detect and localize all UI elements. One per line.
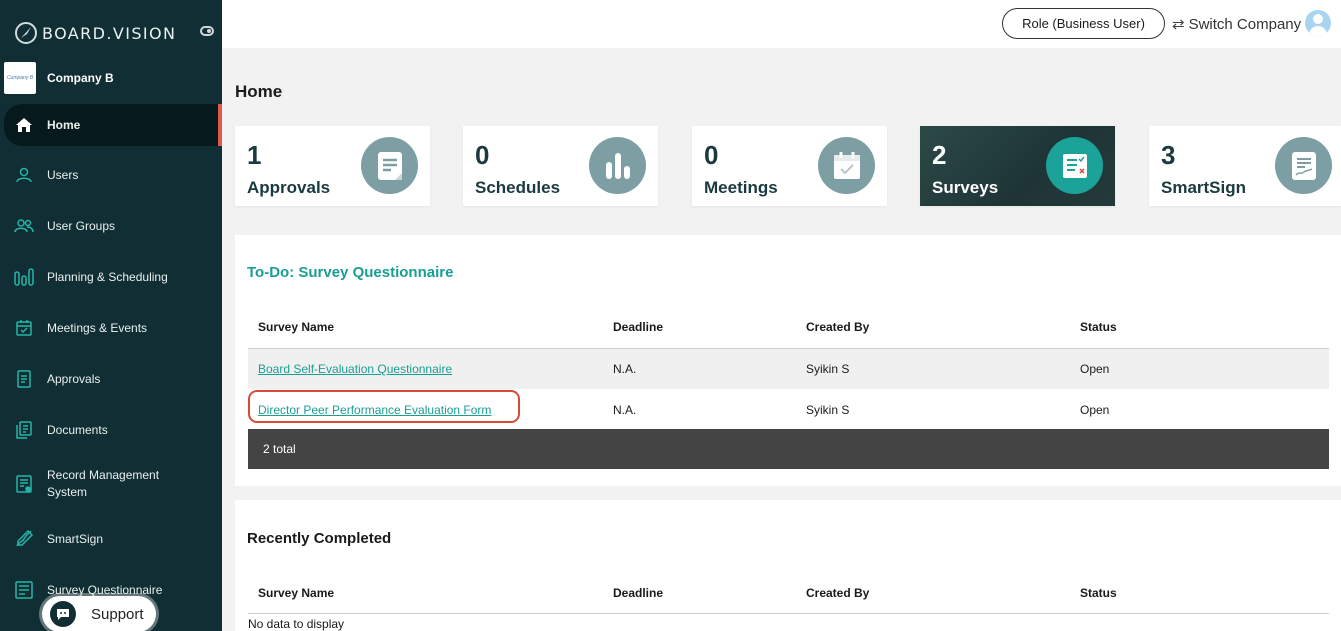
sidebar-item-planning-scheduling[interactable]: Planning & Scheduling — [4, 267, 218, 287]
document-icon — [361, 137, 418, 194]
column-header-status[interactable]: Status — [1080, 320, 1117, 334]
completed-title: Recently Completed — [247, 530, 392, 547]
sidebar-item-user-groups[interactable]: User Groups — [4, 216, 218, 236]
sidebar: BOARD.VISION Company B Company B Home Us… — [0, 0, 222, 631]
sidebar-item-home[interactable]: Home — [4, 104, 218, 146]
status-cell: Open — [1080, 362, 1110, 376]
sidebar-toggle-icon[interactable] — [200, 26, 214, 36]
active-indicator — [218, 104, 222, 146]
sign-document-icon — [1275, 137, 1332, 194]
survey-link[interactable]: Board Self-Evaluation Questionnaire — [258, 362, 452, 376]
top-bar: Role (Business User) ⇄ Switch Company — [222, 0, 1341, 48]
column-header-survey-name[interactable]: Survey Name — [258, 586, 334, 600]
todo-panel: To-Do: Survey Questionnaire Survey Name … — [235, 235, 1341, 486]
support-label: Support — [91, 605, 144, 623]
sidebar-item-label: Documents — [47, 423, 108, 437]
brand[interactable]: BOARD.VISION — [14, 20, 214, 46]
survey-list-icon — [1046, 137, 1103, 194]
sidebar-item-smartsign[interactable]: SmartSign — [4, 529, 218, 549]
card-meetings[interactable]: 0 Meetings — [692, 126, 887, 206]
column-header-survey-name[interactable]: Survey Name — [258, 320, 334, 334]
card-schedules[interactable]: 0 Schedules — [463, 126, 658, 206]
approvals-icon — [14, 369, 34, 389]
sidebar-item-record-management[interactable]: Record Management System — [4, 467, 218, 501]
calendar-check-icon — [818, 137, 875, 194]
card-count: 0 — [475, 140, 490, 170]
sidebar-item-meetings-events[interactable]: Meetings & Events — [4, 318, 218, 338]
card-count: 0 — [704, 140, 719, 170]
created-by-cell: Syikin S — [806, 362, 850, 376]
sidebar-item-label-line2: System — [47, 485, 88, 499]
column-header-deadline[interactable]: Deadline — [613, 586, 663, 600]
page-title: Home — [235, 82, 283, 101]
card-count: 2 — [932, 140, 947, 170]
sidebar-item-label: Planning & Scheduling — [47, 270, 168, 284]
switch-arrows-icon: ⇄ — [1172, 16, 1185, 33]
company-selector[interactable]: Company B Company B — [4, 62, 218, 94]
card-count: 1 — [247, 140, 262, 170]
card-label: SmartSign — [1161, 178, 1247, 197]
planning-icon — [14, 267, 34, 287]
column-header-created-by[interactable]: Created By — [806, 586, 869, 600]
home-icon — [14, 115, 34, 135]
survey-icon — [14, 580, 34, 600]
brand-name: BOARD.VISION — [42, 23, 177, 43]
support-button[interactable]: Support — [42, 596, 156, 631]
card-count: 3 — [1161, 140, 1176, 170]
documents-icon — [14, 420, 34, 440]
sidebar-item-users[interactable]: Users — [4, 165, 218, 185]
sidebar-item-documents[interactable]: Documents — [4, 420, 218, 440]
sidebar-item-label: Record Management — [47, 468, 160, 482]
user-groups-icon — [14, 216, 34, 236]
completed-panel: Recently Completed Survey Name Deadline … — [235, 500, 1341, 631]
card-label: Approvals — [247, 178, 331, 197]
column-header-deadline[interactable]: Deadline — [613, 320, 663, 334]
status-cell: Open — [1080, 403, 1110, 417]
card-approvals[interactable]: 1 Approvals — [235, 126, 430, 206]
role-button[interactable]: Role (Business User) — [1002, 8, 1165, 39]
user-icon — [14, 165, 34, 185]
sidebar-item-label-group: Record Management System — [47, 467, 159, 501]
card-smartsign[interactable]: 3 SmartSign — [1149, 126, 1341, 206]
sidebar-item-label: Meetings & Events — [47, 321, 148, 335]
empty-state-text: No data to display — [248, 617, 345, 631]
sidebar-item-label: SmartSign — [47, 532, 104, 546]
deadline-cell: N.A. — [613, 362, 637, 376]
column-header-status[interactable]: Status — [1080, 586, 1117, 600]
todo-title: To-Do: Survey Questionnaire — [247, 264, 454, 281]
card-label: Meetings — [704, 178, 778, 197]
highlight-outline — [248, 390, 520, 423]
sidebar-item-label: Approvals — [47, 372, 101, 386]
sidebar-item-label: Users — [47, 168, 79, 182]
card-label: Surveys — [932, 178, 999, 197]
switch-company-button[interactable]: ⇄ Switch Company — [1172, 12, 1301, 36]
card-label: Schedules — [475, 178, 561, 197]
company-logo-text: Company B — [6, 75, 34, 81]
record-icon — [14, 474, 34, 494]
card-surveys[interactable]: 2 Surveys — [920, 126, 1115, 206]
board-vision-logo-icon — [15, 22, 37, 44]
sidebar-item-label: Survey Questionnaire — [47, 583, 163, 597]
deadline-cell: N.A. — [613, 403, 637, 417]
chat-icon — [50, 601, 76, 627]
sidebar-item-label: User Groups — [47, 219, 116, 233]
created-by-cell: Syikin S — [806, 403, 850, 417]
company-logo: Company B — [4, 62, 36, 94]
header-divider — [248, 613, 1329, 614]
smartsign-icon — [14, 529, 34, 549]
total-count: 2 total — [263, 442, 296, 456]
sidebar-item-label: Home — [47, 118, 81, 132]
column-header-created-by[interactable]: Created By — [806, 320, 869, 334]
switch-company-label: Switch Company — [1188, 15, 1302, 33]
calendar-icon — [14, 318, 34, 338]
bar-chart-icon — [589, 137, 646, 194]
table-footer-total: 2 total — [248, 429, 1329, 469]
company-name: Company B — [47, 71, 114, 85]
sidebar-item-approvals[interactable]: Approvals — [4, 369, 218, 389]
avatar[interactable] — [1305, 10, 1331, 36]
